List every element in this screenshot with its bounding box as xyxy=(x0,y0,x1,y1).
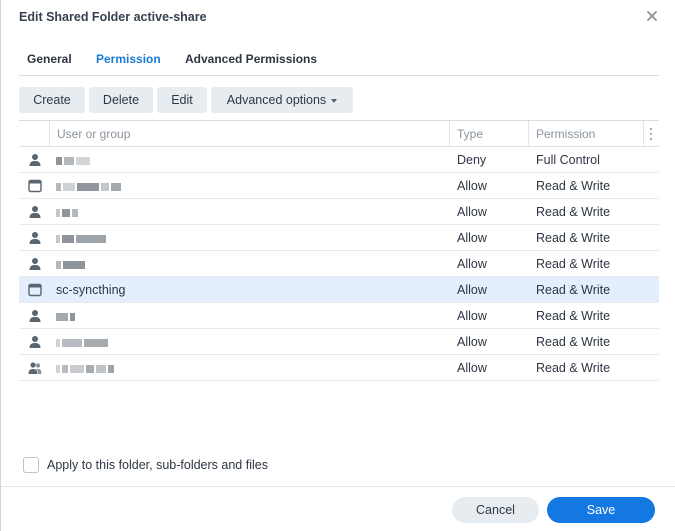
row-permission: Read & Write xyxy=(536,361,611,375)
table-row[interactable]: Allow Read & Write xyxy=(19,199,659,225)
column-menu-icon[interactable] xyxy=(647,127,655,141)
table-row[interactable]: Allow Read & Write xyxy=(19,303,659,329)
row-type: Allow xyxy=(457,361,487,375)
create-button-label: Create xyxy=(33,93,71,107)
create-button[interactable]: Create xyxy=(19,87,85,113)
close-button[interactable] xyxy=(642,6,662,26)
row-type: Allow xyxy=(457,179,487,193)
edit-button[interactable]: Edit xyxy=(157,87,207,113)
column-divider xyxy=(528,121,529,147)
title-bar: Edit Shared Folder active-share xyxy=(1,0,675,34)
row-permission: Read & Write xyxy=(536,231,611,245)
table-row[interactable]: sc-syncthing Allow Read & Write xyxy=(19,277,659,303)
user-name-redacted xyxy=(56,257,87,271)
column-divider xyxy=(643,121,644,147)
user-icon xyxy=(29,258,41,270)
app-window-icon xyxy=(28,179,42,193)
row-permission: Read & Write xyxy=(536,309,611,323)
row-permission: Read & Write xyxy=(536,257,611,271)
row-type: Allow xyxy=(457,231,487,245)
table-row[interactable]: Allow Read & Write xyxy=(19,329,659,355)
dialog-title: Edit Shared Folder active-share xyxy=(19,10,207,24)
user-name-redacted xyxy=(56,309,77,323)
advanced-options-button[interactable]: Advanced options xyxy=(211,87,353,113)
table-row[interactable]: Deny Full Control xyxy=(19,147,659,173)
group-icon xyxy=(28,362,42,374)
row-user-name: sc-syncthing xyxy=(56,283,126,297)
delete-button-label: Delete xyxy=(102,93,140,107)
user-name-redacted xyxy=(56,179,123,193)
row-permission: Full Control xyxy=(536,153,600,167)
user-icon xyxy=(29,232,41,244)
column-header-permission[interactable]: Permission xyxy=(536,121,595,147)
user-icon xyxy=(29,336,41,348)
dialog-footer: Cancel Save xyxy=(1,486,675,531)
edit-shared-folder-dialog: Edit Shared Folder active-share General … xyxy=(0,0,675,531)
tab-advanced-permissions[interactable]: Advanced Permissions xyxy=(185,52,317,66)
apply-checkbox[interactable] xyxy=(23,457,39,473)
grid-header: User or group Type Permission xyxy=(19,121,659,147)
row-type: Deny xyxy=(457,153,487,167)
cancel-button-label: Cancel xyxy=(476,503,515,517)
grid-rows: Deny Full Control Allow Read & Write All… xyxy=(19,147,659,381)
user-name-redacted xyxy=(56,153,92,167)
column-divider xyxy=(449,121,450,147)
row-permission: Read & Write xyxy=(536,205,611,219)
row-permission: Read & Write xyxy=(536,283,611,297)
close-icon xyxy=(647,11,657,21)
row-type: Allow xyxy=(457,257,487,271)
column-header-type[interactable]: Type xyxy=(457,121,483,147)
advanced-options-label: Advanced options xyxy=(226,93,327,107)
user-name-redacted xyxy=(56,335,110,349)
edit-button-label: Edit xyxy=(171,93,193,107)
user-icon xyxy=(29,310,41,322)
table-row[interactable]: Allow Read & Write xyxy=(19,173,659,199)
tab-permission[interactable]: Permission xyxy=(96,52,161,66)
column-divider xyxy=(49,121,50,147)
user-name-redacted xyxy=(56,361,116,375)
row-type: Allow xyxy=(457,309,487,323)
column-header-user[interactable]: User or group xyxy=(57,121,130,147)
row-type: Allow xyxy=(457,205,487,219)
row-permission: Read & Write xyxy=(536,179,611,193)
permission-grid: User or group Type Permission Deny Full … xyxy=(19,120,659,450)
tab-bar: General Permission Advanced Permissions xyxy=(19,44,659,76)
user-icon xyxy=(29,206,41,218)
tab-general[interactable]: General xyxy=(27,52,72,66)
table-row[interactable]: Allow Read & Write xyxy=(19,225,659,251)
row-type: Allow xyxy=(457,283,487,297)
user-icon xyxy=(29,154,41,166)
save-button[interactable]: Save xyxy=(547,497,655,523)
cancel-button[interactable]: Cancel xyxy=(452,497,539,523)
app-window-icon xyxy=(28,283,42,297)
delete-button[interactable]: Delete xyxy=(89,87,153,113)
row-permission: Read & Write xyxy=(536,335,611,349)
user-name-redacted xyxy=(56,205,80,219)
apply-label: Apply to this folder, sub-folders and fi… xyxy=(47,458,268,472)
chevron-down-icon xyxy=(331,98,338,103)
save-button-label: Save xyxy=(586,503,616,517)
table-row[interactable]: Allow Read & Write xyxy=(19,355,659,381)
table-row[interactable]: Allow Read & Write xyxy=(19,251,659,277)
user-name-redacted xyxy=(56,231,108,245)
row-type: Allow xyxy=(457,335,487,349)
